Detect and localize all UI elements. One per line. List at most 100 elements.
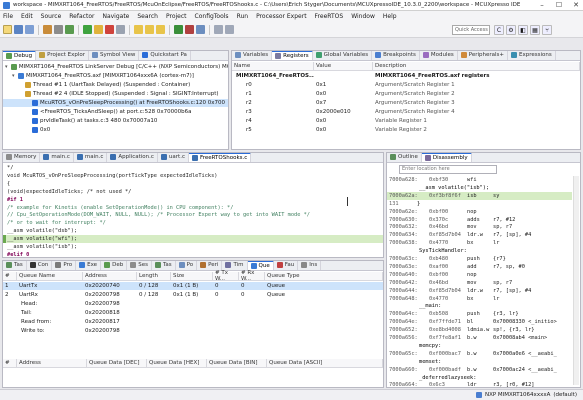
- register-row[interactable]: r0 0x1 Argument/Scratch Register 1: [232, 81, 580, 89]
- disasm-line[interactable]: 7000a648: 0x4770 bx lr: [387, 295, 572, 303]
- tab-freertoshooks-c[interactable]: FreeRTOShooks.c: [188, 153, 252, 162]
- disasm-line[interactable]: 7000a62e: 0xbf00 nop: [387, 208, 572, 216]
- code-line[interactable]: */: [3, 164, 383, 172]
- menu-file[interactable]: File: [3, 13, 13, 20]
- code-line[interactable]: (void)expectedIdleTicks; /* not used */: [3, 188, 383, 196]
- disasm-line[interactable]: _deferredlazyseek:: [387, 374, 572, 382]
- disasm-line[interactable]: 7000a656: 0xf7fe8af1 b.w 0x70008ab4 <main>: [387, 334, 572, 342]
- tab-application-c[interactable]: Application.c: [107, 153, 158, 162]
- menu-window[interactable]: Window: [351, 13, 375, 20]
- disasm-line[interactable]: 7000a65c: 0xf000bac7 b.w 0x7000a0e6 <__aeab…: [387, 350, 572, 358]
- perspective-pe-icon[interactable]: ▦: [530, 25, 540, 35]
- code-line[interactable]: void McuRTOS_vOnPreSleepProcessing(portT…: [3, 172, 383, 180]
- menu-processor-expert[interactable]: Processor Expert: [256, 13, 306, 20]
- tab-variables[interactable]: Variables: [232, 51, 273, 60]
- tab-ses[interactable]: Ses: [127, 261, 152, 270]
- queue-detail-row[interactable]: Write to: 0x20200798: [3, 327, 383, 335]
- expand-icon[interactable]: ▾: [5, 64, 11, 70]
- tab-project-explor[interactable]: Project Explor: [36, 51, 90, 60]
- tab-po[interactable]: Po: [176, 261, 198, 270]
- debug-tree-item[interactable]: Thread #1 1 (UartTask Delayed) (Suspende…: [3, 81, 228, 89]
- tab-peripherals-[interactable]: Peripherals+: [458, 51, 509, 60]
- code-line[interactable]: #elif 0: [3, 251, 383, 259]
- run-icon[interactable]: [174, 25, 183, 34]
- queue-data-col-header[interactable]: Queue Data [HEX]: [147, 359, 207, 367]
- code-line[interactable]: __asm volatile("isb");: [3, 243, 383, 251]
- minimize-button[interactable]: –: [535, 0, 549, 10]
- debug-tree-item[interactable]: prvIdleTask() at tasks.c:3 480 0x70007a1…: [3, 117, 228, 125]
- save-icon[interactable]: [14, 25, 23, 34]
- perspective-git-icon[interactable]: ⑂: [542, 25, 552, 35]
- new-icon[interactable]: [3, 25, 12, 34]
- queue-col-header[interactable]: #: [3, 272, 17, 280]
- queue-row[interactable]: 1 UartTx 0x20200740 0 / 128 0x1 (1 B) 0 0 Queue: [3, 282, 383, 290]
- debug-tree-item[interactable]: 0x0: [3, 126, 228, 134]
- disasm-line[interactable]: 7000a64e: 0xf7ffde71 bl 0x70008330 <_initio…: [387, 318, 572, 326]
- perspective-debug-icon[interactable]: ⚙: [506, 25, 516, 35]
- step-over-icon[interactable]: [145, 25, 154, 34]
- queue-data-col-header[interactable]: Queue Data [DEC]: [87, 359, 147, 367]
- back-icon[interactable]: [214, 25, 223, 34]
- col-name[interactable]: Name: [232, 62, 314, 70]
- tab-expressions[interactable]: Expressions: [508, 51, 556, 60]
- queue-detail-row[interactable]: Read from: 0x20200817: [3, 318, 383, 326]
- menu-run[interactable]: Run: [237, 13, 249, 20]
- perspective-develop-icon[interactable]: ◧: [518, 25, 528, 35]
- step-into-icon[interactable]: [134, 25, 143, 34]
- tab-main-c[interactable]: main.c: [40, 153, 74, 162]
- tab-ins[interactable]: Ins: [298, 261, 322, 270]
- code-line[interactable]: #if 1: [3, 196, 383, 204]
- search-icon[interactable]: [196, 25, 205, 34]
- tab-registers[interactable]: Registers: [272, 51, 313, 60]
- disasm-line[interactable]: 7000a644: 0xf85d7b04 ldr.w r7, [sp], #4: [387, 287, 572, 295]
- tab-tas[interactable]: Tas: [152, 261, 176, 270]
- disasm-line[interactable]: 7000a634: 0xf85d7b04 ldr.w r7, [sp], #4: [387, 231, 572, 239]
- tab-tas[interactable]: Tas: [3, 261, 27, 270]
- menu-refactor[interactable]: Refactor: [69, 13, 94, 20]
- col-value[interactable]: Value: [314, 62, 373, 70]
- menu-freertos[interactable]: FreeRTOS: [315, 13, 344, 20]
- register-row[interactable]: r5 0x0 Variable Register 2: [232, 126, 580, 134]
- queue-detail-row[interactable]: Head: 0x20200798: [3, 300, 383, 308]
- tab-debug[interactable]: Debug: [3, 51, 37, 60]
- queue-col-header[interactable]: Queue Type: [265, 272, 383, 280]
- tab-deb[interactable]: Deb: [101, 261, 128, 270]
- disasm-line[interactable]: 7000a630: 0x370c adds r7, #12: [387, 216, 572, 224]
- debug-tree-item[interactable]: ▾ MIMXRT1064_FreeRTOS LinkServer Debug [C…: [3, 63, 228, 71]
- code-line[interactable]: /* example for Kinetis (enable SetOperat…: [3, 204, 383, 212]
- tab-pro[interactable]: Pro: [52, 261, 77, 270]
- suspend-icon[interactable]: [94, 25, 103, 34]
- tab-quickstart-pa[interactable]: Quickstart Pa: [139, 51, 191, 60]
- disasm-line[interactable]: 7000a640: 0xbf00 nop: [387, 271, 572, 279]
- disasm-line[interactable]: memcpy:: [387, 342, 572, 350]
- save-all-icon[interactable]: [25, 25, 34, 34]
- debug-tree-item[interactable]: Thread #2 4 (IDLE Stopped) (Suspended : …: [3, 90, 228, 98]
- debug-icon[interactable]: [65, 25, 74, 34]
- register-row[interactable]: MIMXRT1064_FreeRTOS... MIMXRT1064_FreeRTO…: [232, 72, 580, 80]
- tab-que[interactable]: Que: [247, 261, 274, 270]
- tab-fau[interactable]: Fau: [274, 261, 299, 270]
- queue-col-header[interactable]: # Rx W...: [239, 270, 265, 282]
- code-line[interactable]: __asm volatile("dsb");: [3, 227, 383, 235]
- queue-col-header[interactable]: Size: [171, 272, 213, 280]
- close-button[interactable]: ✕: [569, 0, 583, 10]
- queue-detail-row[interactable]: Tail: 0x20200818: [3, 309, 383, 317]
- disasm-line[interactable]: SysTickHandler:: [387, 247, 572, 255]
- menu-source[interactable]: Source: [41, 13, 62, 20]
- tab-outline[interactable]: Outline: [387, 153, 422, 162]
- terminate-icon[interactable]: [105, 25, 114, 34]
- disasm-line[interactable]: 7000a638: 0x4770 bx lr: [387, 239, 572, 247]
- menu-search[interactable]: Search: [137, 13, 158, 20]
- tab-tim[interactable]: Tim: [222, 261, 248, 270]
- queue-row[interactable]: 2 UartRx 0x20200798 0 / 128 0x1 (1 B) 0 0 Queue: [3, 291, 383, 299]
- queue-col-header[interactable]: Address: [83, 272, 137, 280]
- tab-modules[interactable]: Modules: [420, 51, 458, 60]
- code-line[interactable]: {: [3, 180, 383, 188]
- disasm-line[interactable]: __main:: [387, 302, 572, 310]
- tab-global-variables[interactable]: Global Variables: [313, 51, 373, 60]
- clean-icon[interactable]: [54, 25, 63, 34]
- queue-data-col-header[interactable]: #: [3, 359, 17, 367]
- disasm-line[interactable]: 7000a64c: 0xb508 push {r3, lr}: [387, 310, 572, 318]
- disasm-line[interactable]: 7000a62a: 0xf3bf8f6f isb sy: [387, 191, 572, 200]
- col-description[interactable]: Description: [373, 62, 580, 70]
